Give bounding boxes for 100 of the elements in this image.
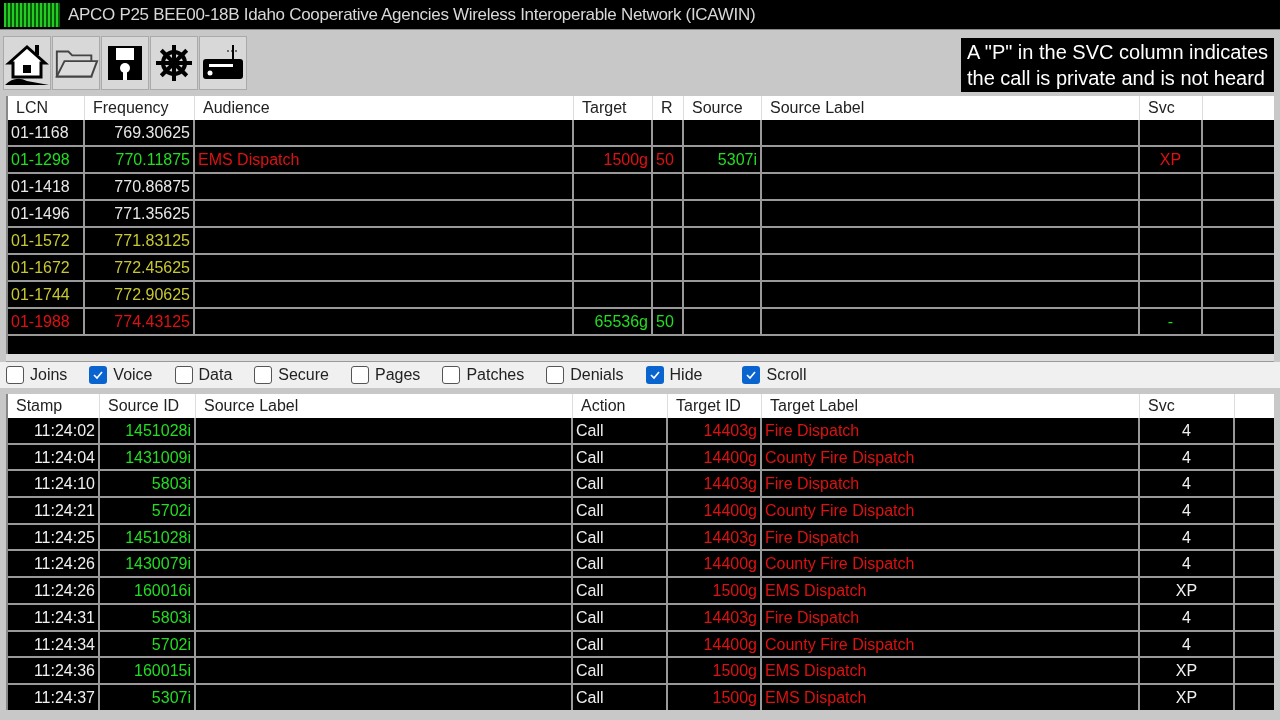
checkmark-icon — [89, 366, 108, 384]
checkbox-icon — [174, 366, 193, 384]
table-cell: 11:24:02 — [8, 418, 100, 443]
table-cell: 774.43125 — [85, 309, 195, 334]
table-cell: XP — [1140, 147, 1203, 172]
table-cell: 11:24:34 — [8, 631, 100, 657]
table-cell: 1430079i — [100, 551, 196, 577]
table-cell: 770.86875 — [85, 174, 195, 199]
table-cell: Fire Dispatch — [762, 604, 1140, 630]
checkbox-icon — [351, 366, 369, 384]
column-header[interactable]: LCN — [8, 96, 85, 120]
filter-checkbox[interactable]: Secure — [254, 363, 329, 387]
table-cell: 01-1988 — [8, 309, 85, 334]
filter-checkbox[interactable]: Data — [174, 363, 233, 387]
toolbar-button[interactable] — [3, 36, 51, 90]
table-cell: XP — [1140, 658, 1235, 683]
table-cell: 1500g — [668, 658, 762, 683]
column-header[interactable]: Source Label — [196, 394, 573, 418]
table-cell: 14403g — [668, 604, 762, 630]
column-header[interactable]: Source ID — [100, 394, 196, 418]
table-cell: 11:24:25 — [8, 524, 100, 550]
toolbar-button[interactable] — [199, 36, 247, 90]
column-header[interactable]: Source — [684, 96, 762, 120]
table-cell: 1500g — [574, 147, 653, 172]
table-cell: 1500g — [668, 578, 762, 603]
column-header[interactable]: Action — [573, 394, 668, 418]
table-cell: County Fire Dispatch — [762, 551, 1140, 577]
table-cell: 14403g — [668, 524, 762, 550]
table-cell: 11:24:31 — [8, 604, 100, 630]
table-cell: EMS Dispatch — [762, 578, 1140, 603]
column-header[interactable]: Target — [574, 96, 653, 120]
column-header[interactable]: Svc — [1140, 96, 1203, 120]
filter-checkbox[interactable]: Denials — [546, 363, 624, 387]
table-cell: 5702i — [100, 631, 196, 657]
table-cell: 11:24:26 — [8, 551, 100, 577]
table-cell: 01-1418 — [8, 174, 85, 199]
table-cell: Call — [573, 444, 668, 470]
table-cell: Call — [573, 658, 668, 683]
table-cell: 50 — [653, 309, 684, 334]
table-cell: 01-1298 — [8, 147, 85, 172]
table-cell: 11:24:26 — [8, 578, 100, 603]
toolbar-button[interactable] — [101, 36, 149, 90]
table-cell: XP — [1140, 684, 1235, 710]
toolbar-button[interactable] — [52, 36, 100, 90]
column-header[interactable]: Target Label — [762, 394, 1140, 418]
table-cell: EMS Dispatch — [195, 147, 574, 172]
table-cell: 4 — [1140, 524, 1235, 550]
table-cell: - — [1140, 309, 1203, 334]
filter-checkbox[interactable]: Pages — [351, 363, 421, 387]
table-cell: Call — [573, 471, 668, 497]
table-cell: 1500g — [668, 684, 762, 710]
column-header[interactable]: Stamp — [8, 394, 100, 418]
table-cell: 11:24:21 — [8, 498, 100, 523]
toolbar-button[interactable] — [150, 36, 198, 90]
table-cell: 771.83125 — [85, 228, 195, 253]
table-cell: 65536g — [574, 309, 653, 334]
filter-checkbox[interactable]: Hide — [645, 363, 703, 387]
table-cell: Call — [573, 684, 668, 710]
table-cell: 01-1572 — [8, 228, 85, 253]
table-cell: 50 — [653, 147, 684, 172]
table-cell: 5702i — [100, 498, 196, 523]
table-cell: 5307i — [100, 684, 196, 710]
table-cell: 4 — [1140, 498, 1235, 523]
window-title: APCO P25 BEE00-18B Idaho Cooperative Agencies Wireless Interoperable Network (ICAWIN) — [68, 3, 756, 26]
column-header[interactable]: Svc — [1140, 394, 1235, 418]
column-header[interactable]: R — [653, 96, 684, 120]
table-cell: 4 — [1140, 631, 1235, 657]
table-cell: Call — [573, 578, 668, 603]
table-cell: 4 — [1140, 604, 1235, 630]
table-cell: XP — [1140, 578, 1235, 603]
table-cell: 4 — [1140, 444, 1235, 470]
filter-checkbox[interactable]: Scroll — [742, 363, 807, 387]
table-cell: 1451028i — [100, 524, 196, 550]
filter-checkbox[interactable]: Joins — [6, 363, 68, 387]
filter-checkbox[interactable]: Voice — [89, 363, 153, 387]
table-cell: 01-1168 — [8, 120, 85, 145]
filter-checkbox[interactable]: Patches — [442, 363, 525, 387]
table-cell: 160015i — [100, 658, 196, 683]
table-cell: 14403g — [668, 471, 762, 497]
table-cell: 01-1744 — [8, 282, 85, 307]
gear-icon — [154, 43, 194, 83]
column-header[interactable]: Source Label — [762, 96, 1140, 120]
checkmark-icon — [742, 366, 761, 384]
column-header[interactable]: Audience — [195, 96, 574, 120]
table-cell: 01-1672 — [8, 255, 85, 280]
table-cell: 772.90625 — [85, 282, 195, 307]
table-cell: 11:24:37 — [8, 684, 100, 710]
table-cell: 01-1496 — [8, 201, 85, 226]
checkbox-icon — [546, 366, 565, 384]
table-cell: Call — [573, 631, 668, 657]
table-cell: Call — [573, 524, 668, 550]
table-cell: County Fire Dispatch — [762, 498, 1140, 523]
table-cell: 14400g — [668, 444, 762, 470]
table-cell: 4 — [1140, 418, 1235, 443]
column-header[interactable]: Frequency — [85, 96, 195, 120]
caption-line: the call is private and is not heard — [967, 66, 1265, 91]
table-cell: 770.11875 — [85, 147, 195, 172]
table-cell: 5803i — [100, 604, 196, 630]
table-cell: Call — [573, 551, 668, 577]
column-header[interactable]: Target ID — [668, 394, 762, 418]
